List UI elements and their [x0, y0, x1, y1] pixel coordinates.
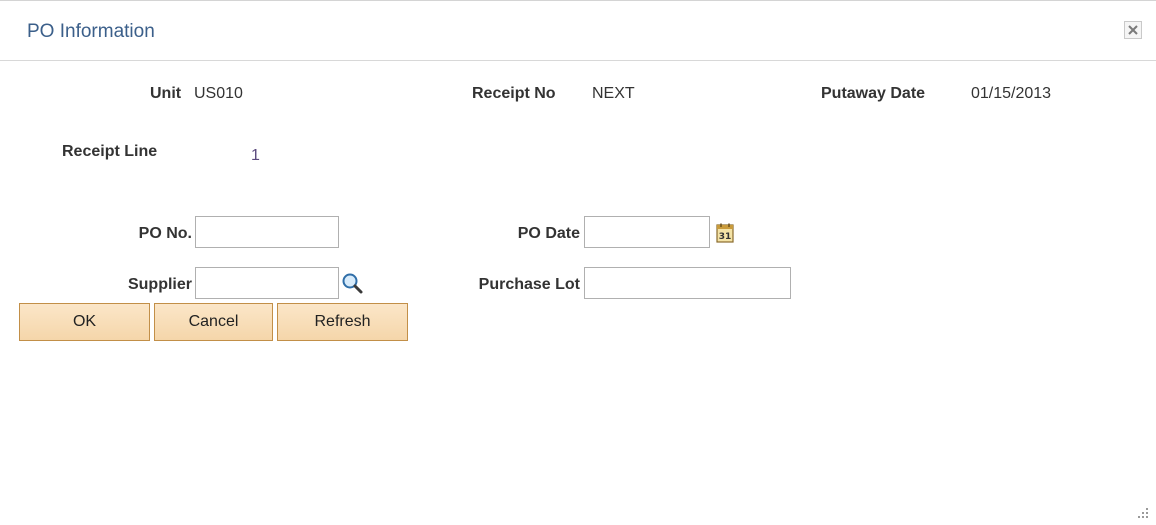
calendar-icon: 31 — [716, 223, 734, 243]
po-date-input[interactable] — [584, 216, 710, 248]
ok-button[interactable]: OK — [19, 303, 150, 341]
calendar-button[interactable]: 31 — [714, 222, 736, 244]
cancel-button[interactable]: Cancel — [154, 303, 273, 341]
resize-grip[interactable] — [1134, 504, 1150, 520]
close-icon — [1128, 25, 1138, 35]
receipt-line-label: Receipt Line — [62, 143, 158, 160]
supplier-label: Supplier — [127, 276, 192, 293]
search-icon — [342, 273, 363, 294]
receipt-line-value: 1 — [251, 147, 260, 164]
po-date-label: PO Date — [517, 225, 580, 242]
po-no-input[interactable] — [195, 216, 339, 248]
purchase-lot-label: Purchase Lot — [478, 276, 580, 293]
purchase-lot-input[interactable] — [584, 267, 791, 299]
dialog-title-bar: PO Information — [0, 1, 1156, 61]
unit-label: Unit — [150, 85, 182, 102]
resize-grip-icon — [1138, 508, 1148, 518]
receipt-no-value: NEXT — [592, 85, 635, 102]
putaway-date-label: Putaway Date — [821, 85, 926, 102]
svg-text:31: 31 — [719, 232, 732, 242]
unit-value: US010 — [194, 85, 243, 102]
supplier-lookup-button[interactable] — [340, 271, 364, 295]
close-button[interactable] — [1124, 21, 1142, 39]
po-no-label: PO No. — [138, 225, 192, 242]
refresh-button[interactable]: Refresh — [277, 303, 408, 341]
po-information-dialog: PO Information Unit US010 Receipt No NEX… — [0, 0, 1156, 525]
putaway-date-value: 01/15/2013 — [971, 85, 1052, 102]
supplier-input[interactable] — [195, 267, 339, 299]
dialog-title: PO Information — [27, 21, 155, 42]
receipt-no-label: Receipt No — [472, 85, 556, 102]
